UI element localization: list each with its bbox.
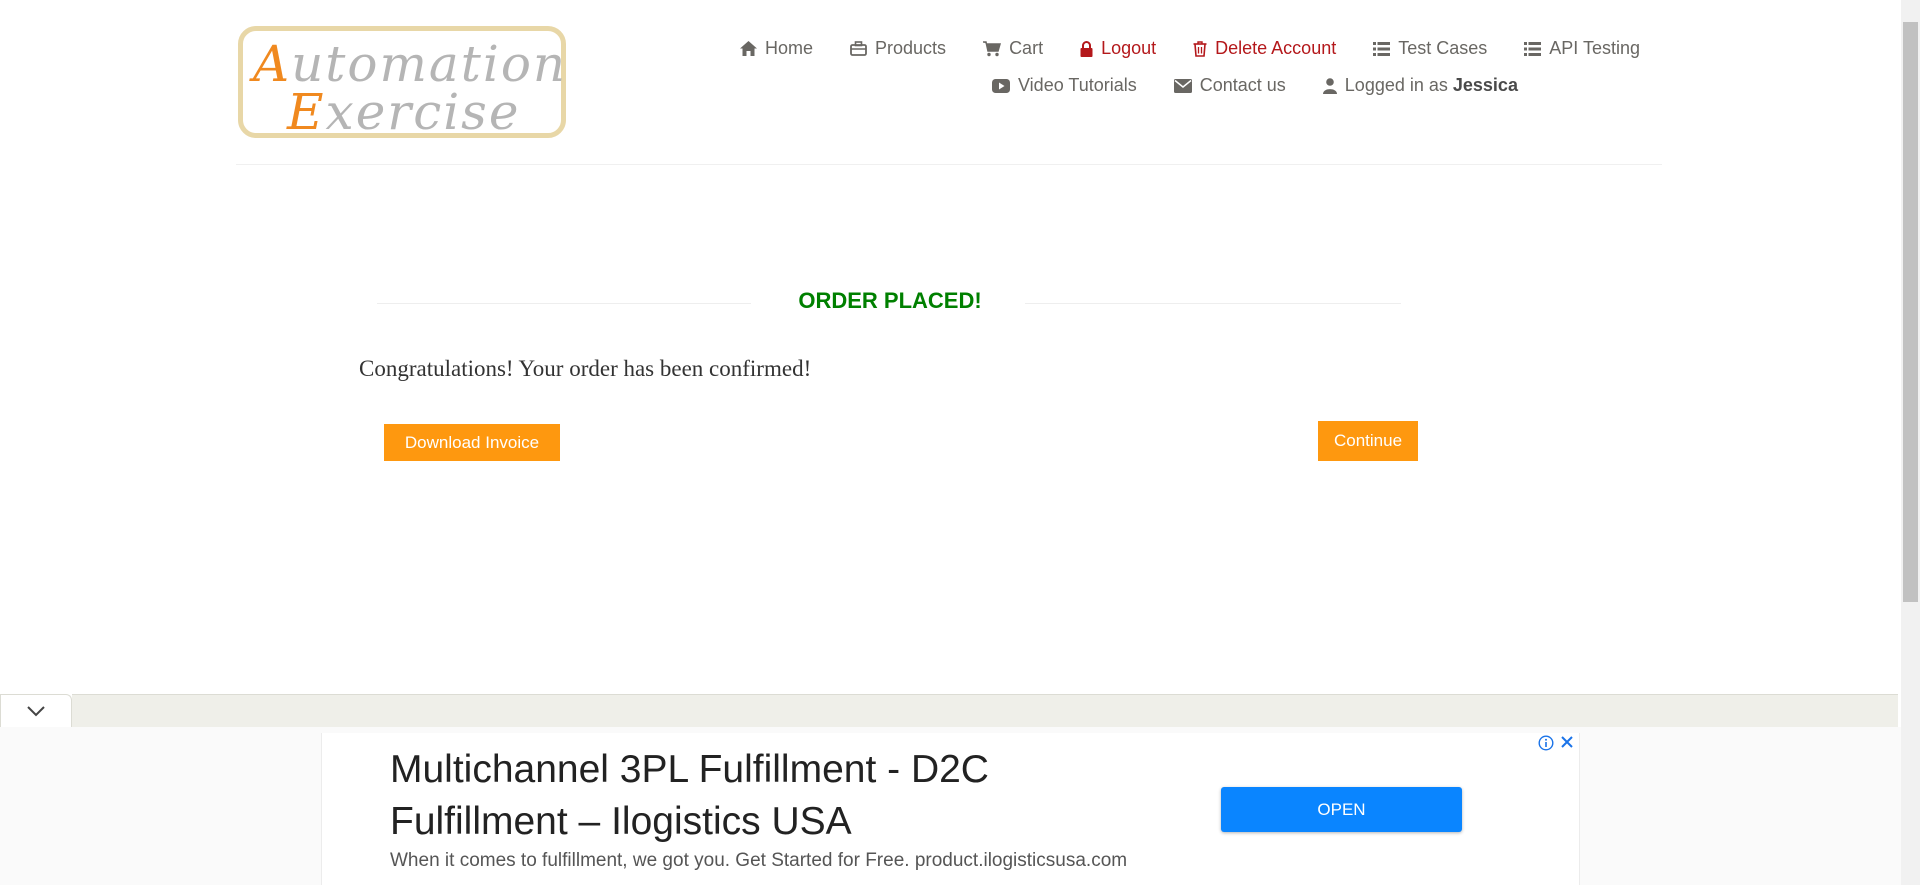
- logged-in-label: Logged in as: [1344, 75, 1448, 95]
- header-divider: [236, 164, 1662, 165]
- ad-open-button[interactable]: OPEN: [1221, 787, 1462, 832]
- nav-logout-label: Logout: [1101, 38, 1157, 58]
- download-invoice-button[interactable]: Download Invoice: [384, 424, 560, 461]
- home-icon: [740, 41, 757, 56]
- page-title: ORDER PLACED!: [798, 288, 982, 313]
- youtube-play-icon: [992, 78, 1010, 93]
- scrollbar-thumb[interactable]: [1903, 22, 1918, 602]
- nav-products[interactable]: Products: [850, 38, 946, 59]
- logged-in-username: Jessica: [1452, 75, 1518, 95]
- nav-video-tutorials[interactable]: Video Tutorials: [992, 75, 1137, 96]
- user-icon: [1322, 77, 1337, 94]
- ad-description: When it comes to fulfillment, we got you…: [390, 850, 1128, 871]
- nav-test-cases[interactable]: Test Cases: [1373, 38, 1487, 59]
- list-icon: [1524, 41, 1542, 56]
- ad-headline[interactable]: Multichannel 3PL Fulfillment - D2C Fulfi…: [390, 744, 1150, 848]
- ad-collapse-tab[interactable]: [0, 694, 72, 727]
- logo-line-2: Exercise: [287, 83, 521, 141]
- continue-button[interactable]: Continue: [1318, 421, 1418, 461]
- confirmation-message: Congratulations! Your order has been con…: [359, 356, 812, 381]
- nav-cart[interactable]: Cart: [983, 38, 1043, 59]
- site-logo[interactable]: Automation Exercise: [238, 26, 566, 141]
- nav-contact-us[interactable]: Contact us: [1173, 75, 1286, 96]
- nav-cart-label: Cart: [1009, 38, 1044, 58]
- title-rule-left: [377, 303, 751, 304]
- nav-logout[interactable]: Logout: [1080, 38, 1156, 59]
- trash-icon: [1193, 40, 1207, 57]
- list-icon: [1373, 41, 1391, 56]
- nav-home-label: Home: [765, 38, 814, 58]
- cart-icon: [983, 40, 1002, 56]
- info-icon[interactable]: [1538, 735, 1554, 751]
- envelope-icon: [1173, 78, 1192, 93]
- nav-home[interactable]: Home: [740, 38, 813, 59]
- page-scrollbar[interactable]: [1901, 0, 1920, 885]
- close-icon[interactable]: [1558, 733, 1576, 751]
- nav-video-tutorials-label: Video Tutorials: [1018, 75, 1137, 95]
- nav-products-label: Products: [875, 38, 947, 58]
- lock-icon: [1080, 40, 1093, 57]
- nav-delete-account-label: Delete Account: [1215, 38, 1337, 58]
- nav-test-cases-label: Test Cases: [1398, 38, 1488, 58]
- nav-api-testing[interactable]: API Testing: [1524, 38, 1640, 59]
- nav-delete-account[interactable]: Delete Account: [1193, 38, 1336, 59]
- nav-api-testing-label: API Testing: [1549, 38, 1640, 58]
- main-nav: Home Products Cart Logout Delete Account…: [740, 38, 1640, 59]
- logged-in-status: Logged in as Jessica: [1322, 75, 1518, 96]
- title-rule-right: [1025, 303, 1401, 304]
- ad-panel-header: [72, 694, 1898, 728]
- chevron-down-icon: [27, 706, 45, 717]
- briefcase-icon: [850, 41, 867, 56]
- secondary-nav: Video Tutorials Contact us Logged in as …: [992, 75, 1518, 96]
- nav-contact-us-label: Contact us: [1199, 75, 1286, 95]
